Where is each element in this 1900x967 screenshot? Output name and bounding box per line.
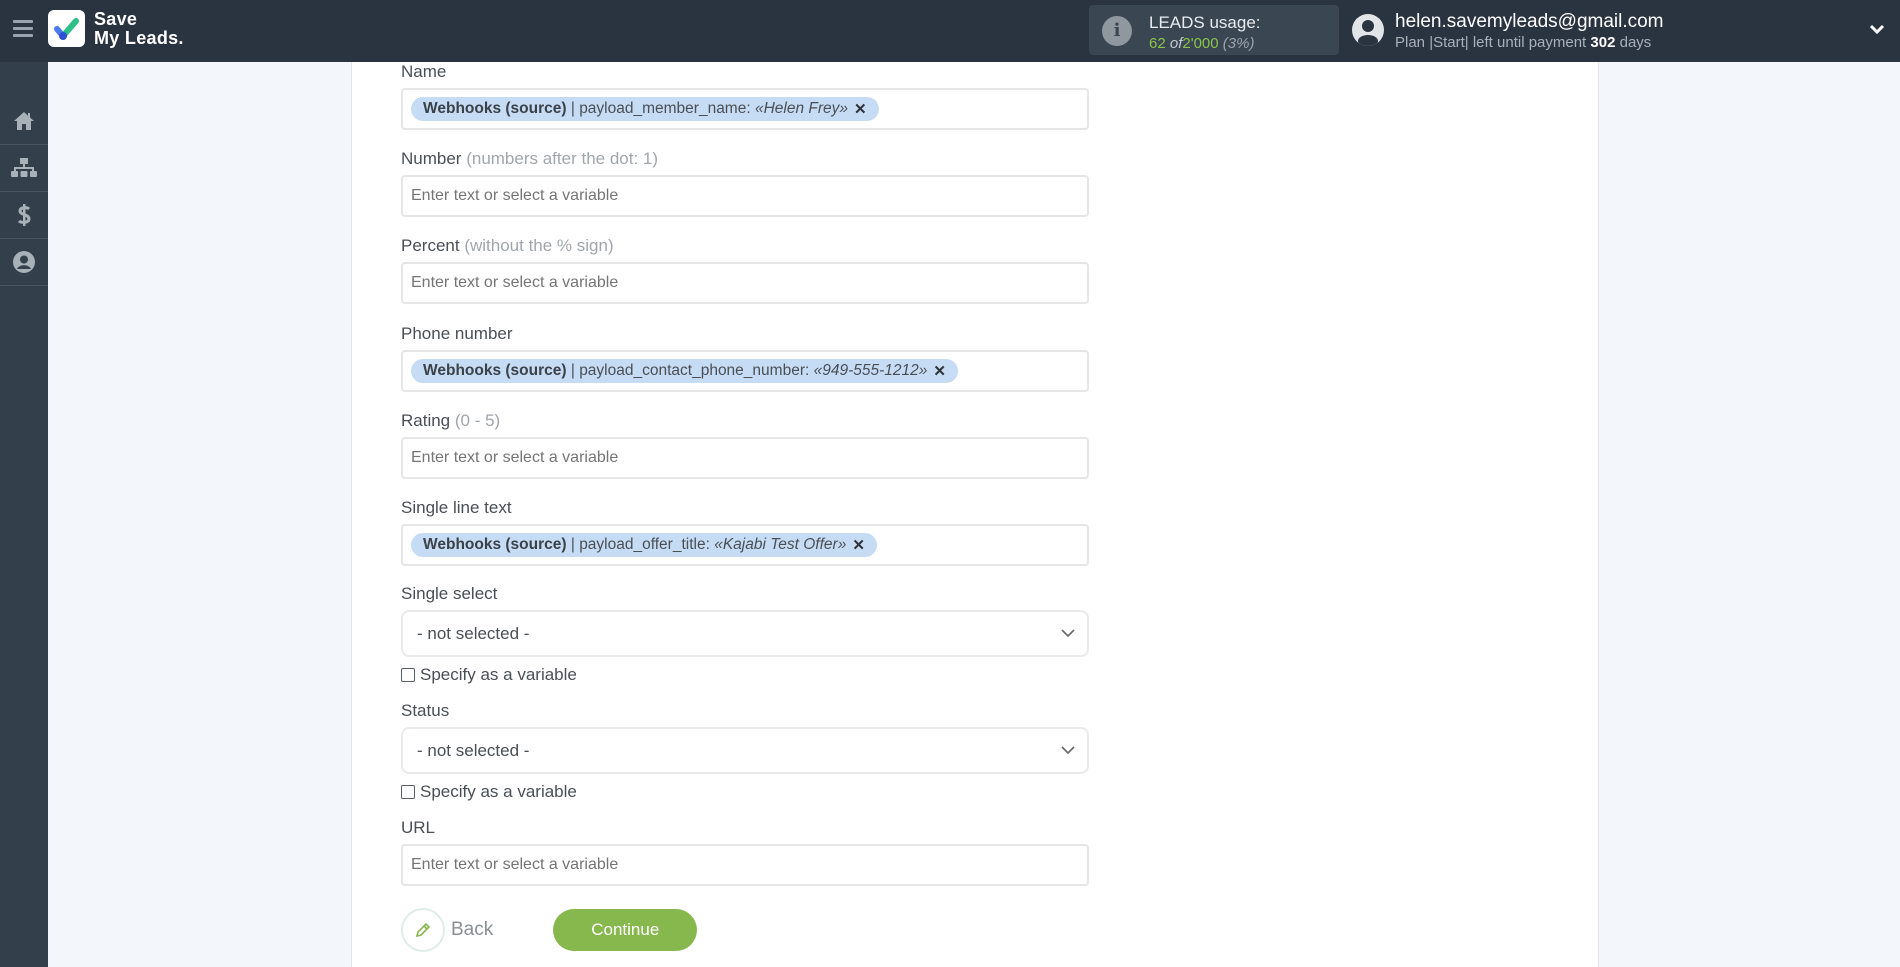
- field-label: Single select: [401, 584, 498, 603]
- tag-field: payload_member_name:: [579, 100, 755, 117]
- remove-tag-icon[interactable]: ✕: [852, 536, 865, 554]
- pencil-icon: [415, 922, 431, 938]
- field-url: URL: [401, 818, 1089, 886]
- plan-suffix: days: [1619, 34, 1652, 51]
- usage-value: 62 of2'000 (3%): [1149, 35, 1254, 52]
- field-label: Single line text: [401, 498, 512, 517]
- sitemap-icon: [11, 158, 37, 177]
- tag-value: «949-555-1212»: [813, 362, 928, 379]
- field-number: Number (numbers after the dot: 1): [401, 149, 1089, 217]
- label-hint: (numbers after the dot: 1): [466, 149, 659, 168]
- label-text: Number: [401, 149, 462, 168]
- tag-source: Webhooks (source): [423, 100, 567, 117]
- specify-variable-checkbox[interactable]: [401, 668, 415, 682]
- field-label: Number (numbers after the dot: 1): [401, 149, 658, 169]
- dollar-icon: [17, 204, 31, 226]
- name-input[interactable]: Webhooks (source) | payload_member_name:…: [401, 88, 1089, 130]
- account-dropdown-chevron-icon[interactable]: [1868, 22, 1886, 36]
- remove-tag-icon[interactable]: ✕: [854, 100, 867, 118]
- tag-separator: |: [566, 100, 580, 117]
- tag-field: payload_contact_phone_number:: [579, 362, 814, 379]
- label-hint: (0 - 5): [454, 411, 501, 430]
- tag-value: «Kajabi Test Offer»: [714, 536, 847, 553]
- specify-variable-checkbox[interactable]: [401, 785, 415, 799]
- tag-separator: |: [566, 362, 580, 379]
- user-circle-icon: [13, 251, 35, 273]
- field-status: Status - not selected - Specify as a var…: [401, 701, 1089, 801]
- logo-line-1: Save: [94, 9, 138, 29]
- user-avatar-icon[interactable]: [1352, 14, 1384, 46]
- usage-percent: (3%): [1222, 35, 1255, 52]
- plan-prefix: Plan |Start| left until payment: [1395, 34, 1587, 51]
- usage-of: of: [1169, 35, 1183, 52]
- phone-number-input[interactable]: Webhooks (source) | payload_contact_phon…: [401, 350, 1089, 392]
- field-rating: Rating (0 - 5): [401, 411, 1089, 479]
- label-text: Rating: [401, 411, 451, 430]
- single-select-dropdown[interactable]: - not selected -: [401, 610, 1089, 657]
- status-dropdown[interactable]: - not selected -: [401, 727, 1089, 774]
- checkbox-label[interactable]: Specify as a variable: [420, 665, 577, 685]
- rating-input[interactable]: [401, 437, 1089, 479]
- field-label: Status: [401, 701, 450, 720]
- sidebar-item-home[interactable]: [0, 98, 48, 145]
- sidebar: [0, 62, 48, 967]
- form-actions: Back Continue: [401, 908, 698, 952]
- field-label: Percent (without the % sign): [401, 236, 614, 256]
- specify-variable-row[interactable]: Specify as a variable: [401, 782, 701, 802]
- chevron-down-icon: [1061, 629, 1075, 638]
- back-link[interactable]: Back: [451, 919, 493, 941]
- selected-value: - not selected -: [417, 623, 530, 643]
- usage-title: LEADS usage:: [1149, 13, 1261, 32]
- number-input[interactable]: [401, 175, 1089, 217]
- menu-toggle-icon[interactable]: [13, 20, 33, 38]
- checkbox-label[interactable]: Specify as a variable: [420, 782, 577, 802]
- usage-used: 62: [1149, 35, 1166, 52]
- logo-line-2: My Leads.: [94, 28, 184, 48]
- leads-usage-widget[interactable]: i LEADS usage: 62 of2'000 (3%): [1089, 5, 1339, 55]
- info-icon: i: [1102, 16, 1132, 46]
- field-single-line-text: Single line text Webhooks (source) | pay…: [401, 498, 1089, 566]
- field-label: URL: [401, 818, 436, 837]
- field-label: Name: [401, 62, 447, 81]
- tag-source: Webhooks (source): [423, 536, 567, 553]
- sidebar-item-connections[interactable]: [0, 145, 48, 192]
- plan-info: Plan |Start| left until payment 302 days: [1395, 34, 1651, 51]
- label-hint: (without the % sign): [464, 236, 614, 255]
- user-email[interactable]: helen.savemyleads@gmail.com: [1395, 11, 1664, 33]
- remove-tag-icon[interactable]: ✕: [933, 362, 946, 380]
- chevron-down-icon: [1061, 746, 1075, 755]
- field-label: Rating (0 - 5): [401, 411, 500, 431]
- field-single-select: Single select - not selected - Specify a…: [401, 584, 1089, 684]
- home-icon: [14, 112, 34, 130]
- field-name: Name Webhooks (source) | payload_member_…: [401, 62, 1089, 130]
- logo-icon[interactable]: [48, 10, 85, 47]
- usage-total: 2'000: [1182, 35, 1219, 52]
- sidebar-item-account[interactable]: [0, 239, 48, 286]
- logo-text[interactable]: Save My Leads.: [94, 10, 184, 48]
- label-text: Percent: [401, 236, 460, 255]
- tag-value: «Helen Frey»: [754, 100, 849, 117]
- variable-tag[interactable]: Webhooks (source) | payload_member_name:…: [411, 97, 879, 121]
- field-label: Phone number: [401, 324, 513, 343]
- field-phone-number: Phone number Webhooks (source) | payload…: [401, 324, 1089, 392]
- variable-tag[interactable]: Webhooks (source) | payload_offer_title:…: [411, 533, 877, 557]
- url-input[interactable]: [401, 844, 1089, 886]
- tag-source: Webhooks (source): [423, 362, 567, 379]
- back-button[interactable]: [401, 908, 445, 952]
- plan-days: 302: [1590, 34, 1616, 51]
- tag-field: payload_offer_title:: [579, 536, 715, 553]
- tag-separator: |: [566, 536, 580, 553]
- selected-value: - not selected -: [417, 740, 530, 760]
- specify-variable-row[interactable]: Specify as a variable: [401, 665, 701, 685]
- sidebar-item-billing[interactable]: [0, 192, 48, 239]
- percent-input[interactable]: [401, 262, 1089, 304]
- top-header: Save My Leads. i LEADS usage: 62 of2'000…: [0, 0, 1900, 62]
- variable-tag[interactable]: Webhooks (source) | payload_contact_phon…: [411, 359, 958, 383]
- single-line-text-input[interactable]: Webhooks (source) | payload_offer_title:…: [401, 524, 1089, 566]
- continue-button[interactable]: Continue: [553, 909, 698, 951]
- field-percent: Percent (without the % sign): [401, 236, 1089, 304]
